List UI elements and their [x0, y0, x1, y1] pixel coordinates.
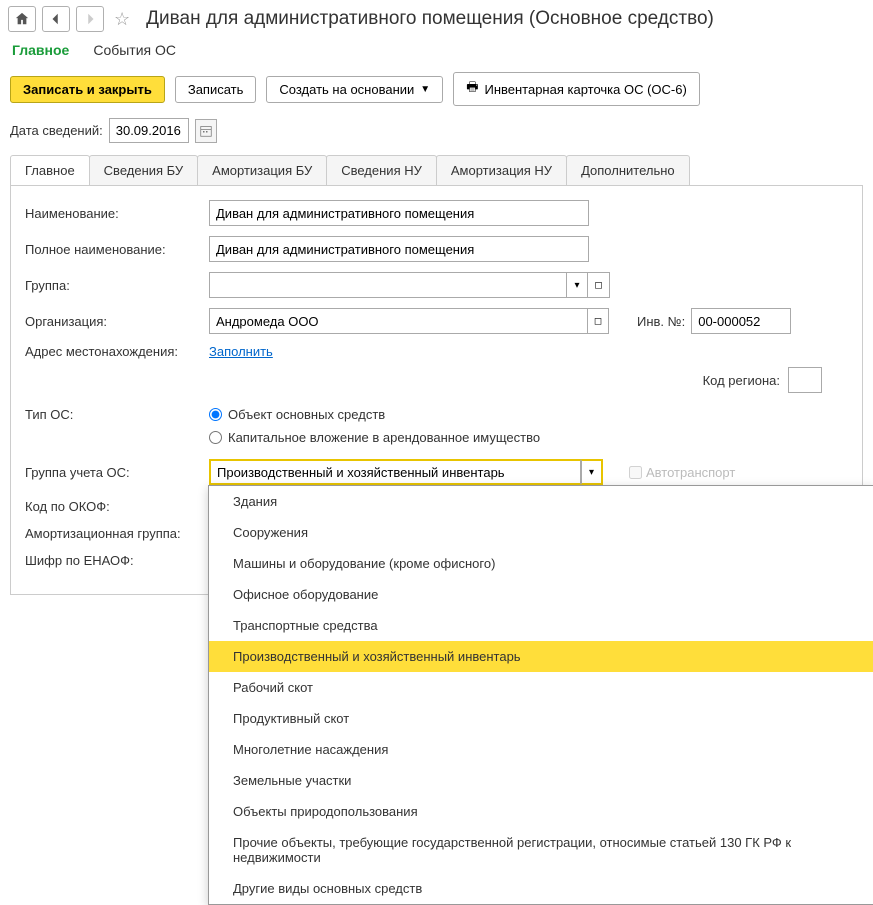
grp-input[interactable]: [209, 459, 581, 485]
group-dropdown-button[interactable]: ▾: [566, 272, 588, 298]
type-label: Тип ОС:: [25, 407, 201, 422]
calendar-icon: [200, 125, 212, 137]
date-label: Дата сведений:: [10, 123, 103, 138]
back-button[interactable]: [42, 6, 70, 32]
date-input[interactable]: [109, 118, 189, 143]
forward-button[interactable]: [76, 6, 104, 32]
tab-svedeniya-nu[interactable]: Сведения НУ: [326, 155, 437, 185]
dropdown-item[interactable]: Многолетние насаждения: [209, 734, 873, 765]
chevron-down-icon: ▾: [589, 467, 594, 478]
org-label: Организация:: [25, 314, 201, 329]
auto-label: Автотранспорт: [646, 465, 735, 480]
okof-label: Код по ОКОФ:: [25, 499, 201, 514]
printer-icon: 🖶: [466, 78, 478, 100]
favorite-star-icon[interactable]: ☆: [110, 9, 134, 30]
save-button[interactable]: Записать: [175, 76, 257, 103]
org-input[interactable]: [209, 308, 587, 334]
chevron-down-icon: ▾: [574, 280, 579, 291]
dropdown-item[interactable]: Прочие объекты, требующие государственно…: [209, 827, 873, 873]
auto-checkbox: [629, 466, 642, 479]
type-opt1-label: Объект основных средств: [228, 407, 385, 422]
tab-amort-nu[interactable]: Амортизация НУ: [436, 155, 567, 185]
dropdown-item[interactable]: Здания: [209, 486, 873, 517]
save-close-button[interactable]: Записать и закрыть: [10, 76, 165, 103]
create-based-on-button[interactable]: Создать на основании ▼: [266, 76, 443, 103]
group-label: Группа:: [25, 278, 201, 293]
dropdown-item[interactable]: Машины и оборудование (кроме офисного): [209, 548, 873, 579]
dropdown-item[interactable]: Другие виды основных средств: [209, 873, 873, 904]
fullname-label: Полное наименование:: [25, 242, 201, 257]
dropdown-item[interactable]: Продуктивный скот: [209, 703, 873, 734]
dropdown-item[interactable]: Рабочий скот: [209, 672, 873, 703]
address-fill-link[interactable]: Заполнить: [209, 344, 273, 359]
page-title: Диван для административного помещения (О…: [146, 8, 714, 30]
inventory-card-button[interactable]: 🖶 Инвентарная карточка ОС (ОС-6): [453, 72, 700, 106]
inv-input[interactable]: [691, 308, 791, 334]
main-tab-glavnoe[interactable]: Главное: [12, 42, 69, 58]
open-icon: ◻: [594, 280, 602, 291]
arrow-left-icon: [49, 12, 63, 26]
dropdown-item[interactable]: Земельные участки: [209, 765, 873, 796]
type-option-1[interactable]: Объект основных средств: [209, 407, 540, 422]
inventory-card-label: Инвентарная карточка ОС (ОС-6): [484, 82, 686, 97]
tab-amort-bu[interactable]: Амортизация БУ: [197, 155, 327, 185]
grp-dropdown-button[interactable]: ▾: [581, 459, 603, 485]
radio-capital[interactable]: [209, 431, 222, 444]
dropdown-item[interactable]: Офисное оборудование: [209, 579, 873, 610]
radio-object[interactable]: [209, 408, 222, 421]
address-label: Адрес местонахождения:: [25, 344, 201, 359]
group-input[interactable]: [209, 272, 566, 298]
chevron-down-icon: ▼: [420, 84, 430, 95]
dropdown-item[interactable]: Сооружения: [209, 517, 873, 548]
home-icon: [15, 12, 29, 26]
dropdown-item[interactable]: Транспортные средства: [209, 610, 873, 641]
home-button[interactable]: [8, 6, 36, 32]
tab-dopolnitelno[interactable]: Дополнительно: [566, 155, 690, 185]
enaof-label: Шифр по ЕНАОФ:: [25, 553, 201, 568]
amort-label: Амортизационная группа:: [25, 526, 201, 541]
arrow-right-icon: [83, 12, 97, 26]
name-label: Наименование:: [25, 206, 201, 221]
org-open-button[interactable]: ◻: [587, 308, 609, 334]
fullname-input[interactable]: [209, 236, 589, 262]
create-based-on-label: Создать на основании: [279, 82, 414, 97]
grp-dropdown-list: ЗданияСооруженияМашины и оборудование (к…: [208, 485, 873, 905]
tab-svedeniya-bu[interactable]: Сведения БУ: [89, 155, 199, 185]
region-input[interactable]: [788, 367, 822, 393]
grp-label: Группа учета ОС:: [25, 465, 201, 480]
type-option-2[interactable]: Капитальное вложение в арендованное имущ…: [209, 430, 540, 445]
inner-tabs: Главное Сведения БУ Амортизация БУ Сведе…: [10, 155, 863, 186]
tab-glavnoe[interactable]: Главное: [10, 155, 90, 185]
dropdown-item[interactable]: Объекты природопользования: [209, 796, 873, 827]
region-label: Код региона:: [703, 373, 780, 388]
main-tab-sobytiya[interactable]: События ОС: [93, 42, 176, 58]
auto-checkbox-wrap: Автотранспорт: [629, 465, 735, 480]
type-opt2-label: Капитальное вложение в арендованное имущ…: [228, 430, 540, 445]
inv-label: Инв. №:: [637, 314, 685, 329]
calendar-button[interactable]: [195, 119, 217, 143]
name-input[interactable]: [209, 200, 589, 226]
group-open-button[interactable]: ◻: [588, 272, 610, 298]
open-icon: ◻: [594, 316, 602, 327]
dropdown-item[interactable]: Производственный и хозяйственный инвента…: [209, 641, 873, 672]
